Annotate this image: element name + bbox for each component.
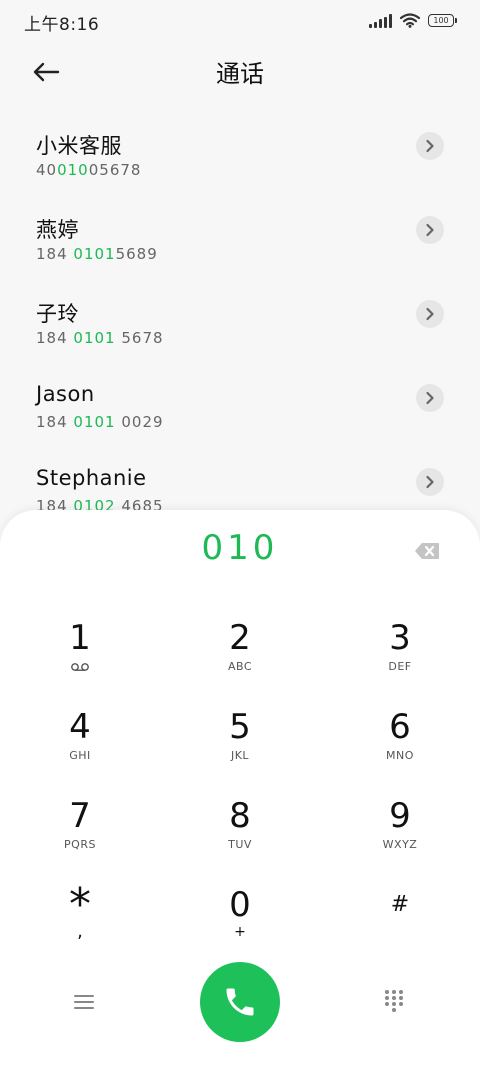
contact-list: 小米客服 4001005678 燕婷 184 01015689 子玲 184 0… <box>0 104 480 524</box>
key-digit: 7 <box>69 796 91 836</box>
menu-button[interactable] <box>66 984 102 1020</box>
call-button[interactable] <box>200 962 280 1042</box>
chevron-right-icon <box>426 307 434 321</box>
contact-name: 燕婷 <box>36 218 79 242</box>
number-match: 0101 <box>73 245 116 263</box>
contact-name: 小米客服 <box>36 134 122 158</box>
header: 通话 <box>0 44 480 100</box>
key-digit: 3 <box>389 618 411 658</box>
dialed-number[interactable]: 010 <box>0 528 480 568</box>
key-letters: DEF <box>388 660 412 673</box>
key-digit: 2 <box>229 618 251 658</box>
contact-detail-button[interactable] <box>416 132 444 160</box>
signal-icon <box>369 13 392 28</box>
key-letters: TUV <box>228 838 252 851</box>
key-digit: * <box>69 879 91 930</box>
menu-icon <box>74 995 94 1009</box>
dialpad-toggle-button[interactable] <box>376 984 412 1020</box>
contact-detail-button[interactable] <box>416 468 444 496</box>
key-0[interactable]: 0 + <box>160 867 320 956</box>
key-letters: , <box>77 921 83 942</box>
key-letters: PQRS <box>64 838 96 851</box>
delete-button[interactable] <box>412 540 442 562</box>
number-match: 0101 <box>73 329 116 347</box>
key-digit: 6 <box>389 707 411 747</box>
key-6[interactable]: 6 MNO <box>320 689 480 778</box>
status-time: 上午8:16 <box>24 15 100 35</box>
key-3[interactable]: 3 DEF <box>320 600 480 689</box>
key-letters: JKL <box>230 749 250 762</box>
page-title: 通话 <box>216 60 264 88</box>
contact-name: 子玲 <box>36 302 79 326</box>
chevron-right-icon <box>426 475 434 489</box>
key-5[interactable]: 5 JKL <box>160 689 320 778</box>
battery-level: 100 <box>433 16 449 25</box>
dialpad-icon <box>385 990 403 1012</box>
contact-item[interactable]: 子玲 184 0101 5678 <box>0 272 480 356</box>
status-bar: 上午8:16 100 <box>0 0 480 44</box>
key-8[interactable]: 8 TUV <box>160 778 320 867</box>
contact-number: 184 0101 5678 <box>36 329 164 347</box>
contact-name: Jason <box>36 382 95 406</box>
contact-number: 184 0101 0029 <box>36 413 164 431</box>
status-icons: 100 <box>369 13 457 28</box>
key-digit: 0 <box>229 885 251 925</box>
key-letters: GHI <box>69 749 91 762</box>
contact-item[interactable]: 小米客服 4001005678 <box>0 104 480 188</box>
dialer-panel: 010 1 2 ABC 3 DEF 4 GHI 5 JKL 6 MNO 7 PQ… <box>0 510 480 1066</box>
key-hash[interactable]: # <box>320 867 480 956</box>
contact-number: 184 01015689 <box>36 245 158 263</box>
key-4[interactable]: 4 GHI <box>0 689 160 778</box>
key-letters: MNO <box>386 749 414 762</box>
dialer-actions <box>0 960 480 1050</box>
key-digit: 8 <box>229 796 251 836</box>
key-letters: + <box>234 924 246 940</box>
key-1[interactable]: 1 <box>0 600 160 689</box>
key-letters: WXYZ <box>382 838 418 851</box>
contact-number: 4001005678 <box>36 161 142 179</box>
backspace-icon <box>415 543 439 559</box>
voicemail-icon <box>71 663 89 671</box>
number-match: 010 <box>57 161 89 179</box>
phone-icon <box>226 988 254 1016</box>
chevron-right-icon <box>426 139 434 153</box>
key-letters: ABC <box>227 660 253 673</box>
key-9[interactable]: 9 WXYZ <box>320 778 480 867</box>
contact-detail-button[interactable] <box>416 216 444 244</box>
key-digit: 5 <box>229 707 251 747</box>
battery-icon: 100 <box>428 14 457 27</box>
contact-detail-button[interactable] <box>416 384 444 412</box>
key-digit: 9 <box>389 796 411 836</box>
contact-detail-button[interactable] <box>416 300 444 328</box>
key-digit: # <box>390 892 410 917</box>
contact-item[interactable]: Jason 184 0101 0029 <box>0 356 480 440</box>
contact-name: Stephanie <box>36 466 147 490</box>
chevron-right-icon <box>426 391 434 405</box>
key-2[interactable]: 2 ABC <box>160 600 320 689</box>
key-7[interactable]: 7 PQRS <box>0 778 160 867</box>
chevron-right-icon <box>426 223 434 237</box>
contact-item[interactable]: 燕婷 184 01015689 <box>0 188 480 272</box>
key-digit: 4 <box>69 707 91 747</box>
number-match: 0101 <box>73 413 116 431</box>
key-digit: 1 <box>69 618 91 658</box>
key-star[interactable]: * , <box>0 867 160 956</box>
keypad: 1 2 ABC 3 DEF 4 GHI 5 JKL 6 MNO 7 PQRS 8… <box>0 600 480 956</box>
wifi-icon <box>400 13 420 28</box>
